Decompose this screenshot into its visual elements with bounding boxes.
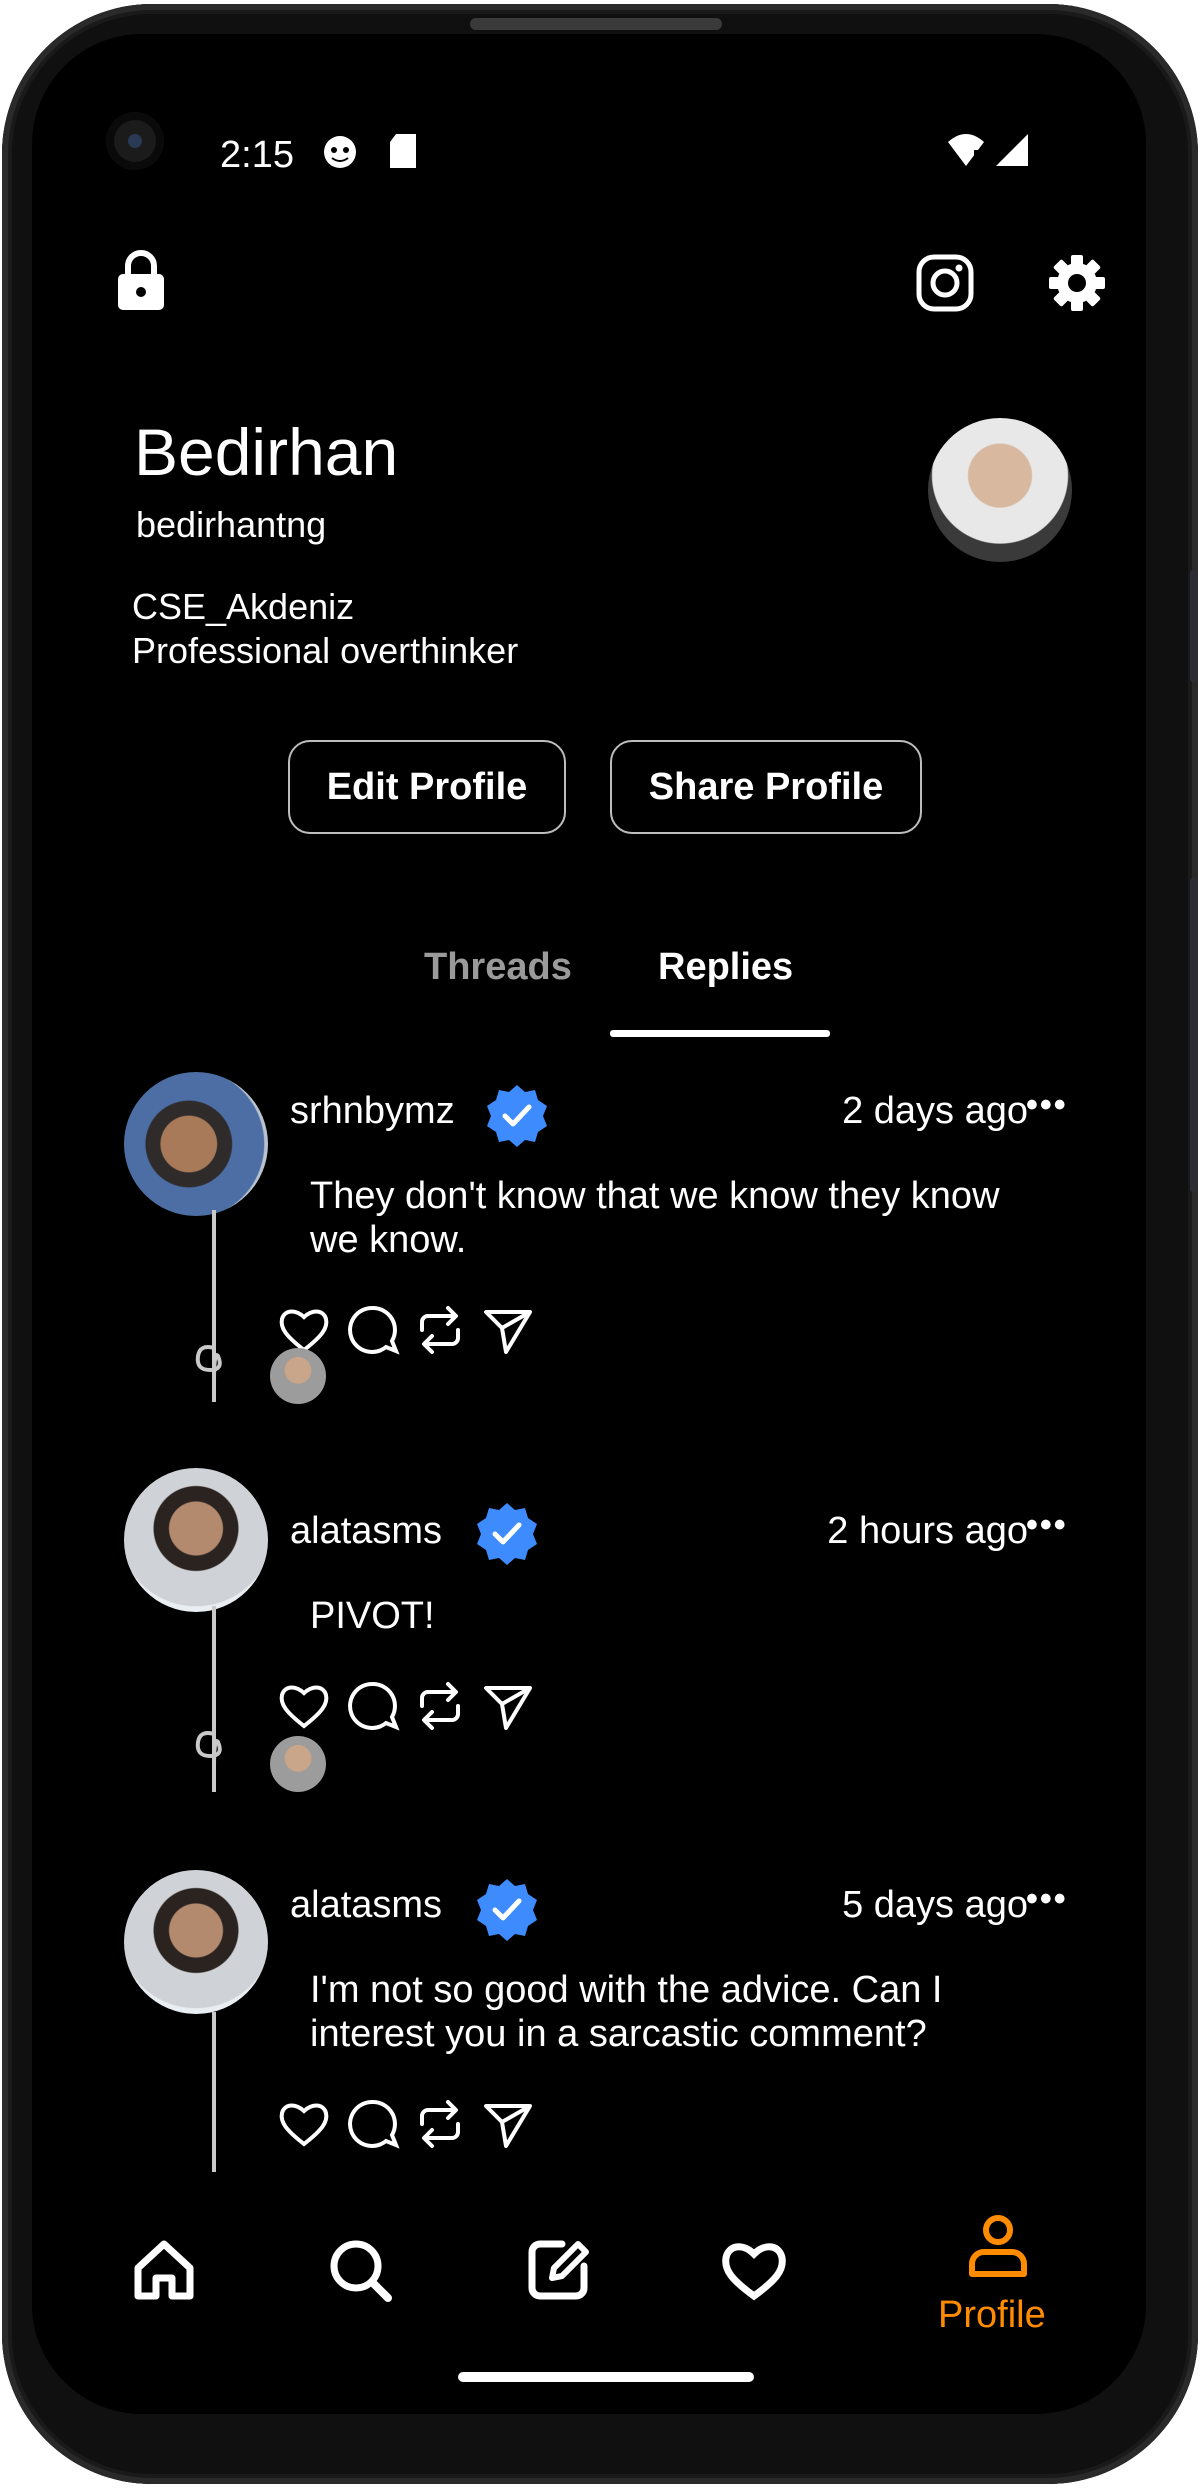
repost-icon[interactable] <box>412 1678 468 1734</box>
comment-icon[interactable] <box>344 1678 400 1734</box>
post-text: I'm not so good with the advice. Can I i… <box>310 1969 943 2055</box>
profile-bio-line2: Professional overthinker <box>132 630 519 671</box>
share-icon[interactable] <box>480 1678 536 1734</box>
reply-avatar <box>270 1348 326 1404</box>
tab-replies[interactable]: Replies <box>658 946 793 989</box>
post-avatar[interactable] <box>124 1468 268 1612</box>
thread-loop-icon <box>195 1345 222 1383</box>
repost-icon[interactable] <box>412 1302 468 1358</box>
profile-avatar[interactable] <box>928 418 1072 562</box>
home-indicator[interactable] <box>458 2372 754 2382</box>
phone-frame: 2:15 Bedirhan bedirhantng CSE_Akdeniz Pr… <box>2 4 1198 2484</box>
android-notification-icon <box>324 136 356 168</box>
share-icon[interactable] <box>480 1302 536 1358</box>
repost-icon[interactable] <box>412 2096 468 2152</box>
more-options-icon[interactable]: ••• <box>1026 1880 1068 1919</box>
compose-icon[interactable] <box>522 2234 594 2306</box>
home-icon[interactable] <box>128 2234 200 2306</box>
post-time: 5 days ago <box>842 1884 1028 1926</box>
post-time: 2 days ago <box>842 1090 1028 1132</box>
post-actions <box>276 1678 536 1734</box>
profile-name: Bedirhan <box>134 415 399 489</box>
app-screen: 2:15 Bedirhan bedirhantng CSE_Akdeniz Pr… <box>32 34 1146 2414</box>
profile-bio-line1: CSE_Akdeniz <box>132 586 355 627</box>
lock-icon[interactable] <box>116 250 166 312</box>
post-username[interactable]: alatasms <box>290 1884 442 1927</box>
sd-card-icon <box>390 134 416 168</box>
post-username[interactable]: alatasms <box>290 1510 442 1553</box>
post-avatar[interactable] <box>124 1870 268 2014</box>
more-options-icon[interactable]: ••• <box>1026 1506 1068 1545</box>
verified-badge-icon <box>477 1879 537 1941</box>
wifi-icon <box>948 134 984 166</box>
reply-avatar <box>270 1736 326 1792</box>
instagram-icon[interactable] <box>916 254 974 312</box>
like-icon[interactable] <box>276 1678 332 1734</box>
post-time: 2 hours ago <box>827 1510 1028 1552</box>
post-text: PIVOT! <box>310 1595 435 1637</box>
share-icon[interactable] <box>480 2096 536 2152</box>
heart-icon[interactable] <box>718 2234 790 2306</box>
profile-handle: bedirhantng <box>136 504 327 545</box>
speaker-grille <box>470 18 722 30</box>
nav-profile-label[interactable]: Profile <box>938 2294 1046 2337</box>
like-icon[interactable] <box>276 2096 332 2152</box>
post-actions <box>276 2096 536 2152</box>
volume-button <box>1190 570 1198 682</box>
thread-line <box>212 2012 216 2172</box>
comment-icon[interactable] <box>344 1302 400 1358</box>
verified-badge-icon <box>487 1085 547 1147</box>
more-options-icon[interactable]: ••• <box>1026 1086 1068 1125</box>
front-camera <box>106 112 164 170</box>
signal-icon <box>996 134 1028 166</box>
status-time: 2:15 <box>220 134 294 176</box>
edit-profile-button[interactable]: Edit Profile <box>288 740 566 834</box>
search-icon[interactable] <box>324 2234 396 2306</box>
post-text: They don't know that we know they know w… <box>310 1175 1000 1261</box>
post-avatar[interactable] <box>124 1072 268 1216</box>
power-button <box>1190 878 1198 1192</box>
thread-loop-icon <box>195 1731 222 1769</box>
comment-icon[interactable] <box>344 2096 400 2152</box>
profile-icon[interactable] <box>966 2212 1030 2282</box>
post-actions <box>276 1302 536 1358</box>
post-username[interactable]: srhnbymz <box>290 1090 455 1133</box>
tab-threads[interactable]: Threads <box>424 946 572 989</box>
settings-gear-icon[interactable] <box>1048 254 1106 312</box>
verified-badge-icon <box>477 1503 537 1565</box>
active-tab-indicator <box>610 1030 830 1037</box>
share-profile-button[interactable]: Share Profile <box>610 740 922 834</box>
